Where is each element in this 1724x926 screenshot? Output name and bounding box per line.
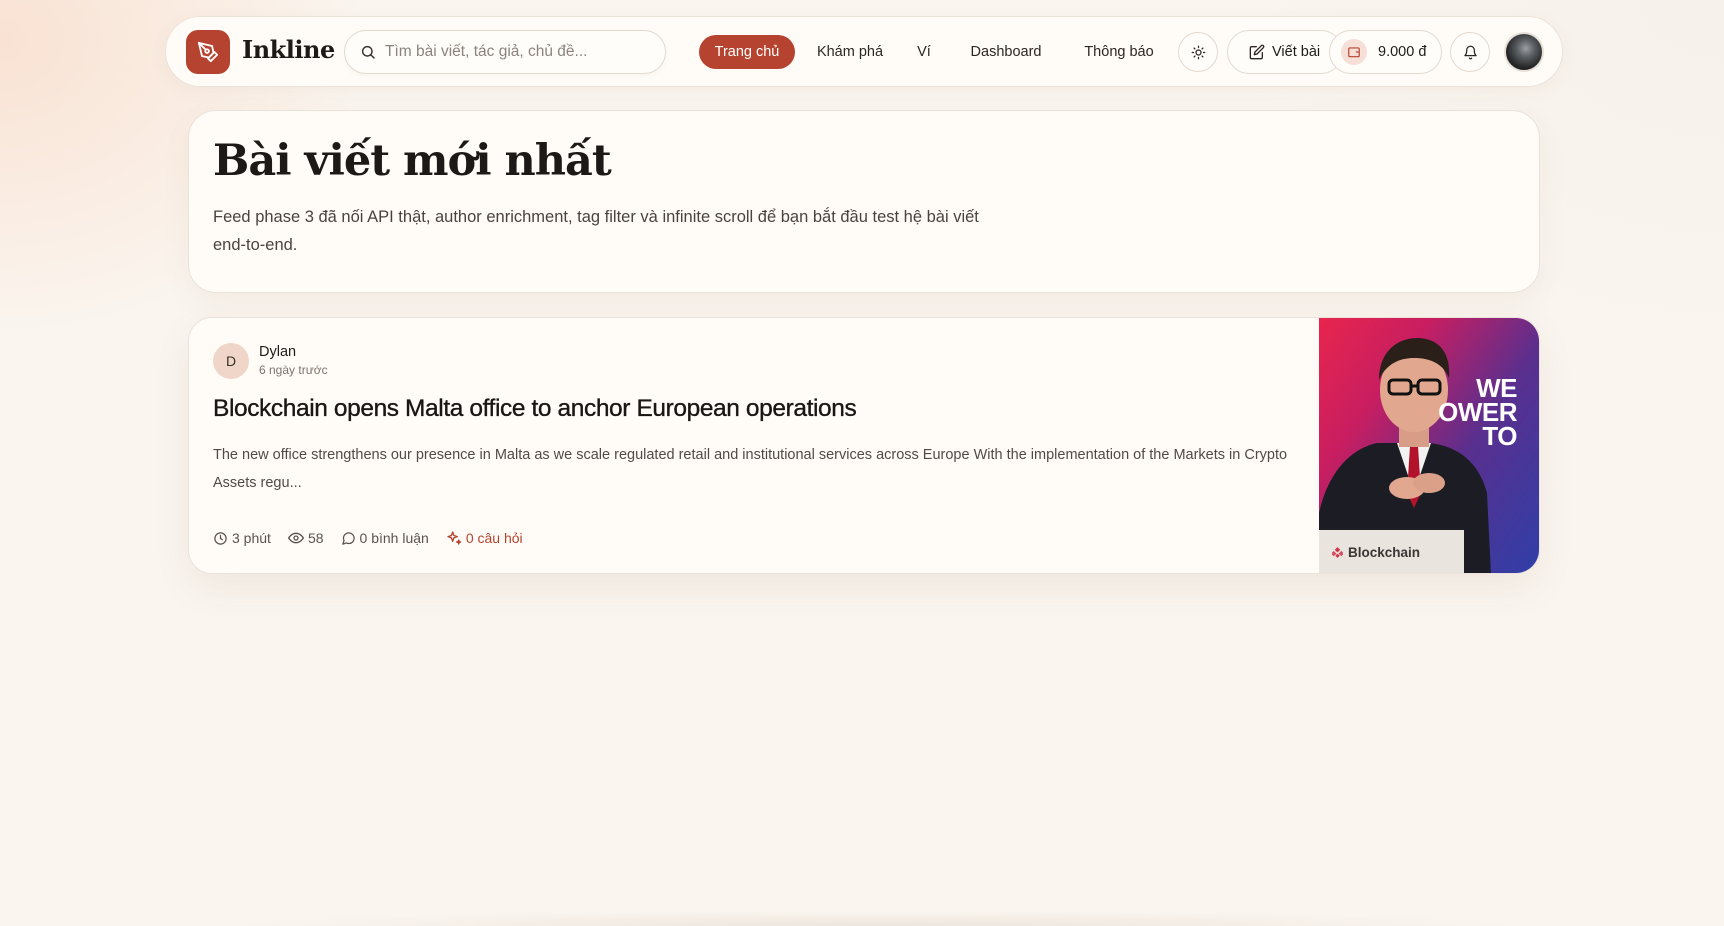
post-time: 6 ngày trước	[259, 363, 328, 377]
podium-logo-text: Blockchain	[1348, 545, 1421, 560]
search-input[interactable]	[385, 43, 645, 61]
author-name[interactable]: Dylan	[259, 344, 296, 360]
wallet-icon-badge	[1341, 39, 1367, 65]
notifications-bell-button[interactable]	[1450, 32, 1490, 72]
article-card[interactable]: D Dylan 6 ngày trước Blockchain opens Ma…	[188, 317, 1540, 574]
blockchain-logo-icon	[1332, 547, 1343, 558]
write-post-label: Viết bài	[1272, 44, 1321, 60]
edit-icon	[1249, 44, 1265, 60]
nav-wallet[interactable]: Ví	[904, 35, 944, 69]
clock-icon	[214, 531, 227, 545]
nav-home[interactable]: Trang chủ	[699, 35, 795, 69]
brand-logo[interactable]	[186, 30, 230, 74]
nav-dashboard[interactable]: Dashboard	[954, 35, 1058, 69]
page-description: Feed phase 3 đã nối API thật, author enr…	[213, 208, 979, 255]
user-avatar[interactable]	[1504, 32, 1544, 72]
theme-toggle-button[interactable]	[1178, 32, 1218, 72]
article-thumbnail[interactable]: WE OWER TO Blockchain	[1319, 318, 1539, 573]
bell-icon	[1463, 45, 1477, 59]
article-excerpt: The new office strengthens our presence …	[213, 447, 1288, 491]
wallet-balance-button[interactable]: 9.000 đ	[1329, 30, 1442, 74]
eye-icon	[287, 532, 304, 544]
feather-pen-icon	[197, 41, 219, 63]
wallet-icon	[1348, 47, 1360, 58]
question-count-value: 0 câu hỏi	[465, 530, 523, 546]
sun-icon	[1191, 45, 1205, 59]
hero-card: Bài viết mới nhất Feed phase 3 đã nối AP…	[188, 110, 1540, 293]
write-post-button[interactable]: Viết bài	[1227, 30, 1343, 74]
search-box[interactable]	[344, 30, 666, 74]
comment-count-value: 0 bình luận	[359, 530, 429, 546]
nav-notifications[interactable]: Thông báo	[1067, 35, 1171, 69]
question-count[interactable]: 0 câu hỏi	[446, 530, 523, 546]
nav-explore[interactable]: Khám phá	[805, 35, 895, 69]
article-title[interactable]: Blockchain opens Malta office to anchor …	[213, 395, 1313, 423]
sparkles-icon	[447, 531, 462, 545]
comment-icon	[341, 531, 355, 545]
comment-count[interactable]: 0 bình luận	[341, 530, 429, 546]
wallet-balance: 9.000 đ	[1378, 44, 1427, 60]
search-icon	[361, 45, 375, 59]
podium-logo: Blockchain	[1331, 545, 1420, 560]
read-time-value: 3 phút	[232, 530, 271, 546]
thumbnail-slogan: WE OWER TO	[1438, 375, 1517, 451]
view-count: 58	[287, 530, 324, 546]
view-count-value: 58	[307, 530, 324, 546]
author-avatar[interactable]: D	[213, 343, 249, 379]
bottom-fade	[230, 910, 1530, 926]
brand-name[interactable]: Inkline	[242, 35, 335, 64]
article-meta: 3 phút 58 0 bình luận 0 câu hỏi	[213, 530, 540, 546]
slogan-line-3: TO	[1482, 421, 1517, 451]
page-title: Bài viết mới nhất	[213, 136, 612, 186]
top-navbar: Inkline Trang chủ Khám phá Ví Dashboard …	[165, 16, 1563, 87]
read-time: 3 phút	[213, 530, 271, 546]
